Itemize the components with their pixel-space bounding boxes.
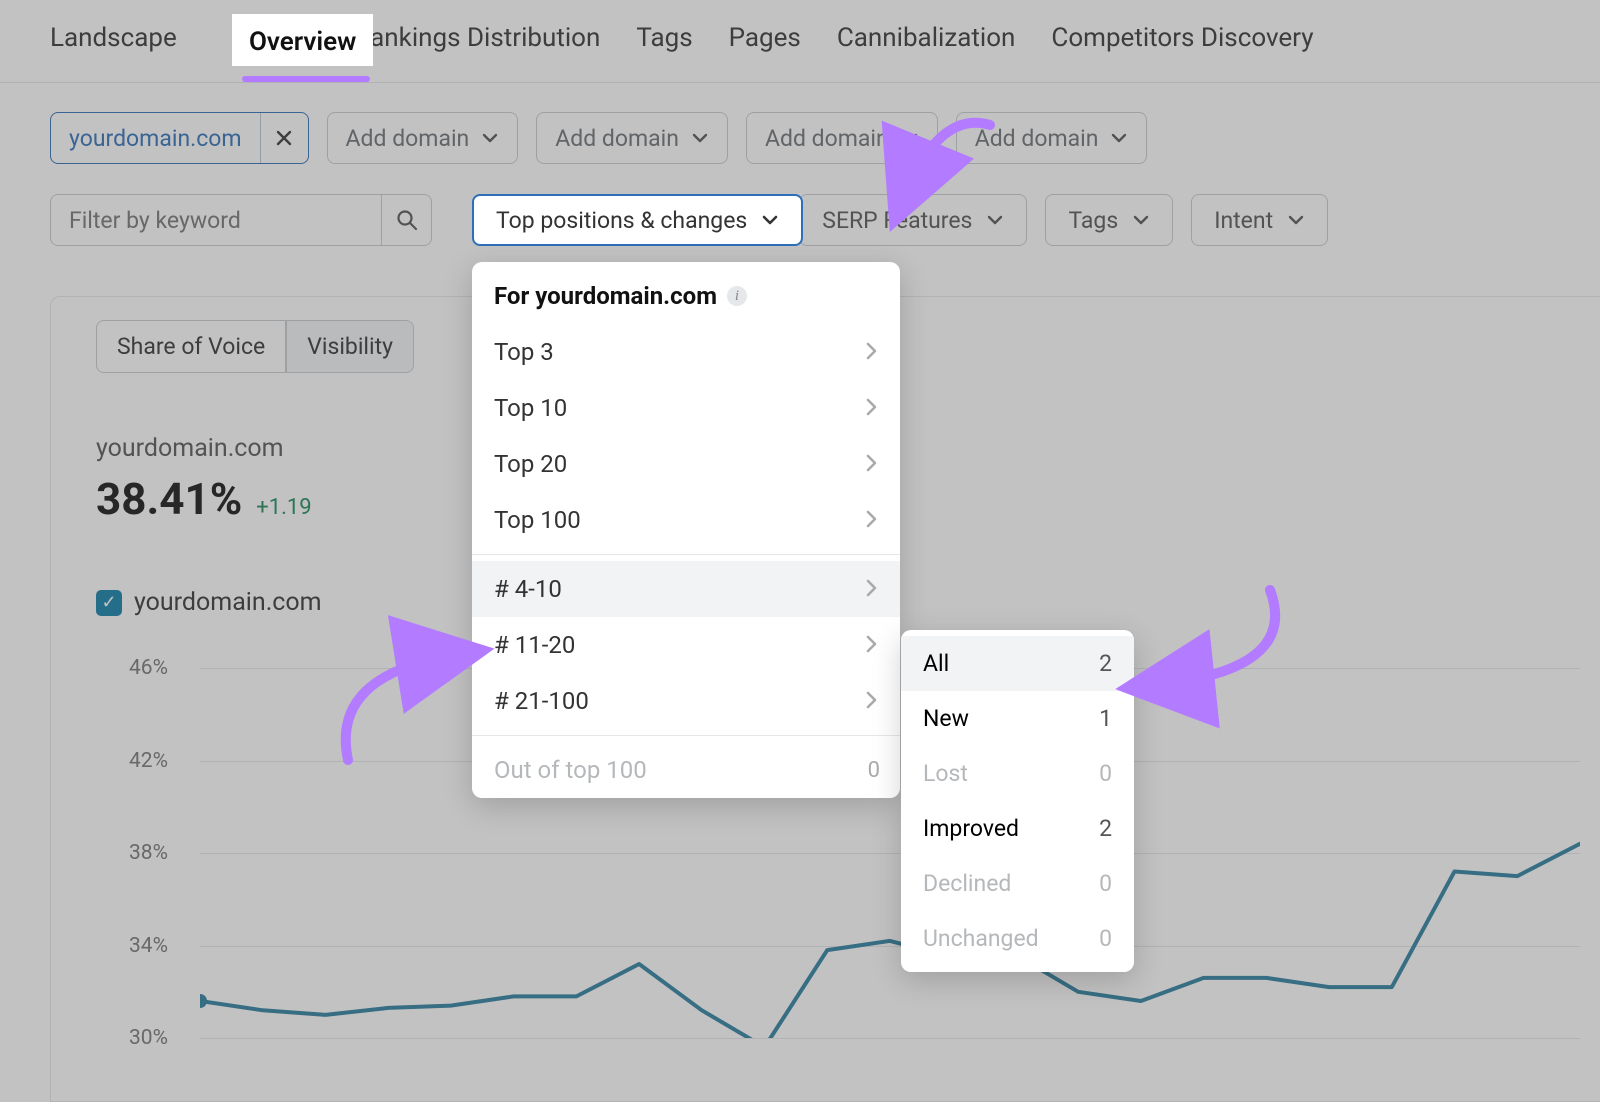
chevron-down-icon (761, 211, 779, 229)
chevron-down-icon (481, 129, 499, 147)
subtab-visibility[interactable]: Visibility (286, 320, 414, 373)
info-icon[interactable]: i (727, 286, 747, 306)
chevron-right-icon (866, 394, 878, 422)
dropdown-item-top20[interactable]: Top 20 (472, 436, 900, 492)
annotation-arrow-2 (330, 630, 490, 770)
tab-rankings-distribution[interactable]: Rankings Distribution (354, 23, 600, 83)
dropdown-header: For yourdomain.com i (472, 262, 900, 324)
tab-tags[interactable]: Tags (636, 23, 692, 83)
intent-filter[interactable]: Intent (1191, 194, 1328, 246)
chart-legend: ✓ yourdomain.com (96, 588, 322, 617)
chevron-down-icon (1132, 211, 1150, 229)
submenu-item-declined[interactable]: Declined 0 (901, 856, 1134, 911)
position-change-submenu: All 2 New 1 Lost 0 Improved 2 Declined 0… (901, 630, 1134, 972)
add-domain-button-2[interactable]: Add domain (536, 112, 728, 164)
chevron-right-icon (866, 506, 878, 534)
filter-keyword-combo (50, 194, 432, 246)
chevron-down-icon (1287, 211, 1305, 229)
submenu-item-lost[interactable]: Lost 0 (901, 746, 1134, 801)
legend-label: yourdomain.com (134, 588, 322, 617)
metric-value: 38.41% (96, 473, 242, 525)
remove-domain-button[interactable] (260, 113, 308, 163)
top-positions-dropdown: For yourdomain.com i Top 3 Top 10 Top 20… (472, 262, 900, 798)
chevron-right-icon (866, 631, 878, 659)
submenu-item-improved[interactable]: Improved 2 (901, 801, 1134, 856)
y-axis-tick: 38% (129, 841, 168, 865)
dropdown-item-top3[interactable]: Top 3 (472, 324, 900, 380)
tab-overview[interactable]: Overview (232, 14, 373, 66)
primary-domain-label: yourdomain.com (51, 125, 260, 152)
dropdown-item-4-10[interactable]: # 4-10 (472, 561, 900, 617)
annotation-arrow-1 (880, 110, 1000, 230)
metric-domain-label: yourdomain.com (96, 434, 312, 463)
tab-cannibalization[interactable]: Cannibalization (837, 23, 1016, 83)
top-positions-filter[interactable]: Top positions & changes (472, 194, 803, 246)
primary-domain-chip[interactable]: yourdomain.com (50, 112, 309, 164)
tab-landscape[interactable]: Landscape (50, 23, 177, 83)
chevron-right-icon (866, 575, 878, 603)
chevron-down-icon (691, 129, 709, 147)
chart-gridline (200, 1038, 1580, 1039)
dropdown-item-out-of-top100[interactable]: Out of top 100 0 (472, 742, 900, 798)
y-axis-tick: 30% (129, 1026, 168, 1050)
metric-delta: +1.19 (256, 495, 311, 520)
y-axis-tick: 46% (129, 656, 168, 680)
subtab-share-of-voice[interactable]: Share of Voice (96, 320, 286, 373)
y-axis-tick: 34% (129, 934, 168, 958)
chevron-down-icon (1110, 129, 1128, 147)
dropdown-item-top100[interactable]: Top 100 (472, 492, 900, 548)
tab-pages[interactable]: Pages (729, 23, 801, 83)
metric-subtabs: Share of Voice Visibility (96, 320, 414, 373)
add-domain-button-1[interactable]: Add domain (327, 112, 519, 164)
tags-filter[interactable]: Tags (1045, 194, 1173, 246)
legend-checkbox[interactable]: ✓ (96, 590, 122, 616)
dropdown-item-top10[interactable]: Top 10 (472, 380, 900, 436)
submenu-item-all[interactable]: All 2 (901, 636, 1134, 691)
search-icon[interactable] (381, 195, 431, 245)
y-axis-tick: 42% (129, 749, 168, 773)
filter-keyword-input[interactable] (51, 195, 381, 245)
chevron-right-icon (866, 450, 878, 478)
tab-competitors-discovery[interactable]: Competitors Discovery (1051, 23, 1313, 83)
dropdown-item-21-100[interactable]: # 21-100 (472, 673, 900, 729)
submenu-item-new[interactable]: New 1 (901, 691, 1134, 746)
tab-overview-underline (242, 76, 370, 82)
annotation-arrow-3 (1130, 570, 1300, 710)
chevron-right-icon (866, 338, 878, 366)
submenu-item-unchanged[interactable]: Unchanged 0 (901, 911, 1134, 966)
chevron-right-icon (866, 687, 878, 715)
visibility-metric: yourdomain.com 38.41% +1.19 (96, 434, 312, 525)
dropdown-item-11-20[interactable]: # 11-20 (472, 617, 900, 673)
